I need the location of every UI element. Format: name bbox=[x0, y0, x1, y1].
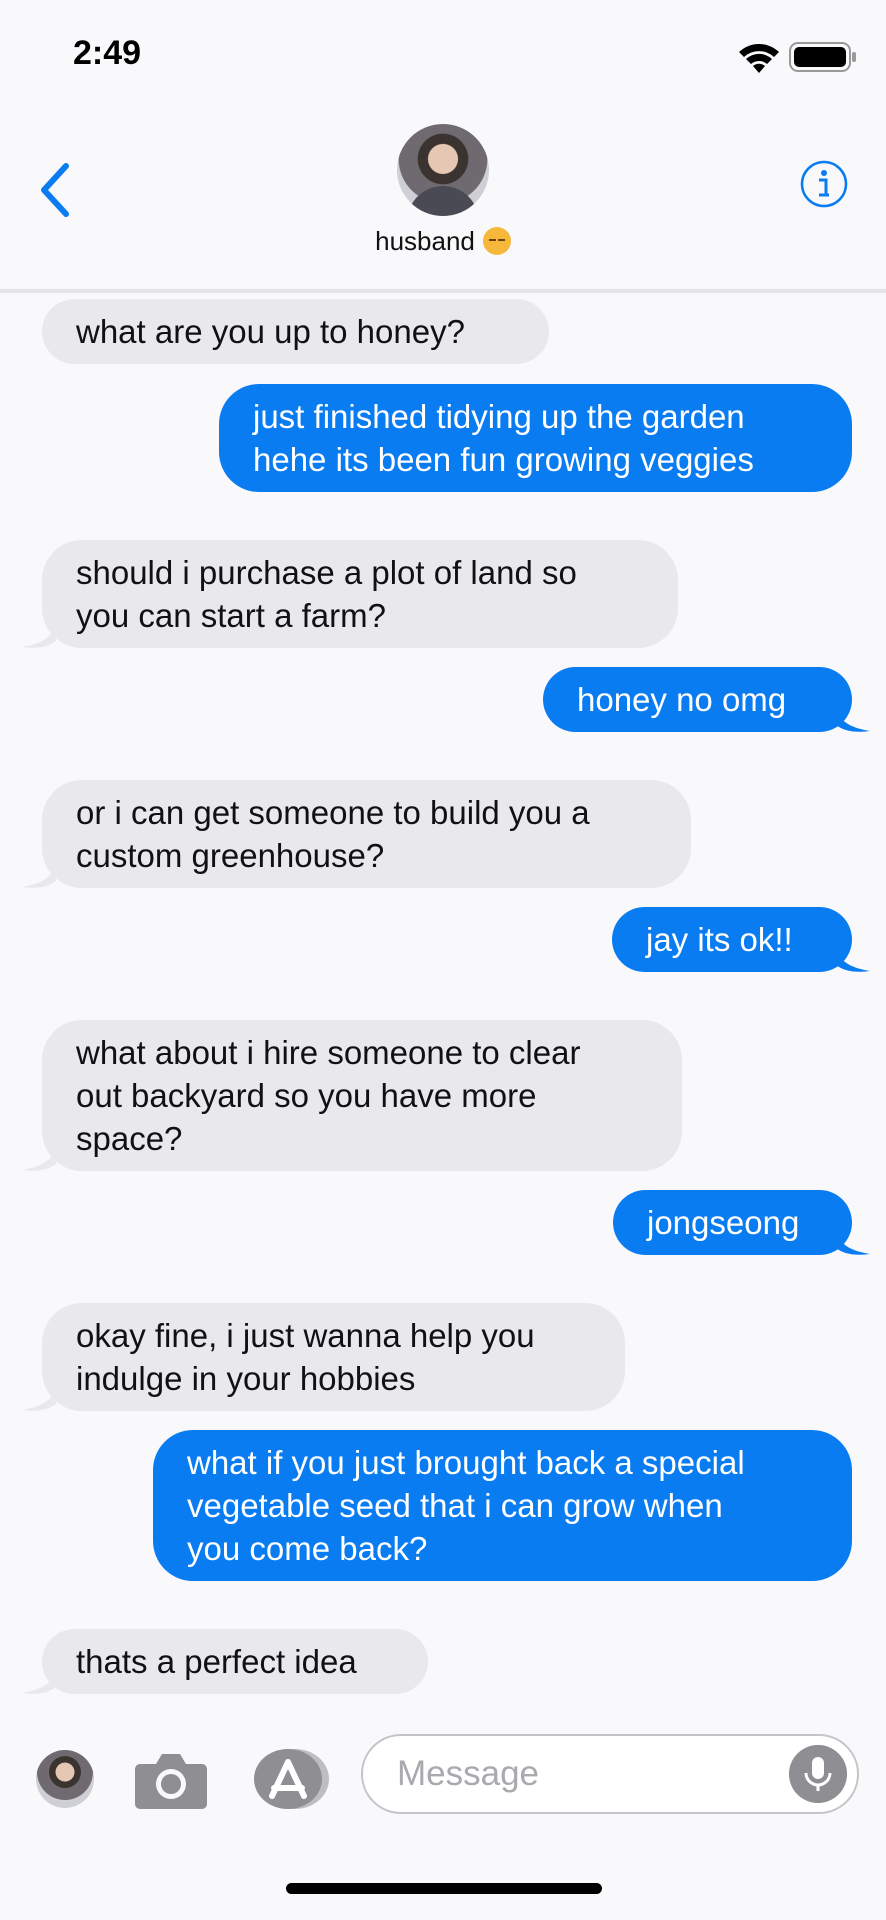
received-message-bubble[interactable]: what are you up to honey? bbox=[42, 299, 549, 364]
message-text-line: what if you just brought back a special bbox=[187, 1444, 745, 1481]
message-placeholder: Message bbox=[397, 1754, 540, 1793]
bubble-tail bbox=[22, 621, 56, 648]
message-text-line: indulge in your hobbies bbox=[76, 1360, 416, 1397]
message-text-line: hehe its been fun growing veggies bbox=[253, 441, 754, 478]
status-time: 2:49 bbox=[73, 34, 142, 72]
message-text-line: honey no omg bbox=[577, 681, 787, 718]
pensive-face-emoji-icon bbox=[482, 227, 511, 255]
contact-name: husband bbox=[375, 226, 475, 256]
memoji-avatar-button[interactable] bbox=[36, 1750, 94, 1808]
bubble-tail bbox=[836, 1228, 870, 1255]
received-message-bubble[interactable]: what about i hire someone to clear out ba… bbox=[42, 1020, 682, 1171]
bubble-tail bbox=[836, 705, 870, 732]
wifi-icon bbox=[739, 44, 779, 73]
message-text-line: jongseong bbox=[647, 1204, 800, 1241]
message-input[interactable]: Message bbox=[361, 1734, 859, 1814]
header-divider bbox=[0, 289, 886, 293]
contact-avatar[interactable] bbox=[397, 124, 489, 216]
received-message-bubble[interactable]: or i can get someone to build you a custo… bbox=[42, 780, 691, 888]
received-message-bubble[interactable]: should i purchase a plot of land so you c… bbox=[42, 540, 678, 648]
message-text-line: or i can get someone to build you a bbox=[76, 794, 590, 831]
battery-icon bbox=[789, 42, 856, 72]
message-text-line: what about i hire someone to clear bbox=[76, 1034, 581, 1071]
received-message-bubble[interactable]: okay fine, i just wanna help you indulge … bbox=[42, 1303, 625, 1411]
sent-message-bubble[interactable]: jay its ok!! bbox=[612, 907, 852, 972]
microphone-icon[interactable] bbox=[789, 1745, 847, 1803]
sent-message-bubble[interactable]: honey no omg bbox=[543, 667, 852, 732]
message-text-line: out backyard so you have more bbox=[76, 1077, 537, 1114]
camera-icon[interactable] bbox=[134, 1748, 208, 1810]
home-indicator[interactable] bbox=[286, 1883, 602, 1894]
message-text-line: what are you up to honey? bbox=[76, 313, 465, 350]
bubble-tail bbox=[22, 861, 56, 888]
message-text-line: jay its ok!! bbox=[646, 921, 793, 958]
bubble-tail bbox=[22, 1384, 56, 1411]
message-text-line: just finished tidying up the garden bbox=[253, 398, 745, 435]
bubble-tail bbox=[836, 945, 870, 972]
message-text-line: vegetable seed that i can grow when bbox=[187, 1487, 723, 1524]
back-chevron-icon[interactable] bbox=[36, 160, 76, 220]
message-text-line: should i purchase a plot of land so bbox=[76, 554, 577, 591]
bubble-tail bbox=[22, 1144, 56, 1171]
bubble-tail bbox=[22, 1667, 56, 1694]
message-text-line: okay fine, i just wanna help you bbox=[76, 1317, 535, 1354]
contact-name-row[interactable]: husband bbox=[0, 226, 886, 257]
sent-message-bubble[interactable]: jongseong bbox=[613, 1190, 852, 1255]
message-text-line: you come back? bbox=[187, 1530, 428, 1567]
message-text-line: space? bbox=[76, 1120, 183, 1157]
message-text-line: custom greenhouse? bbox=[76, 837, 385, 874]
received-message-bubble[interactable]: thats a perfect idea bbox=[42, 1629, 428, 1694]
app-store-icon[interactable] bbox=[250, 1746, 332, 1812]
message-text-line: you can start a farm? bbox=[76, 597, 386, 634]
sent-message-bubble[interactable]: what if you just brought back a special v… bbox=[153, 1430, 852, 1581]
sent-message-bubble[interactable]: just finished tidying up the garden hehe … bbox=[219, 384, 852, 492]
message-text-line: thats a perfect idea bbox=[76, 1643, 357, 1680]
conversation-header: husband bbox=[0, 100, 886, 290]
info-icon[interactable] bbox=[800, 160, 848, 208]
